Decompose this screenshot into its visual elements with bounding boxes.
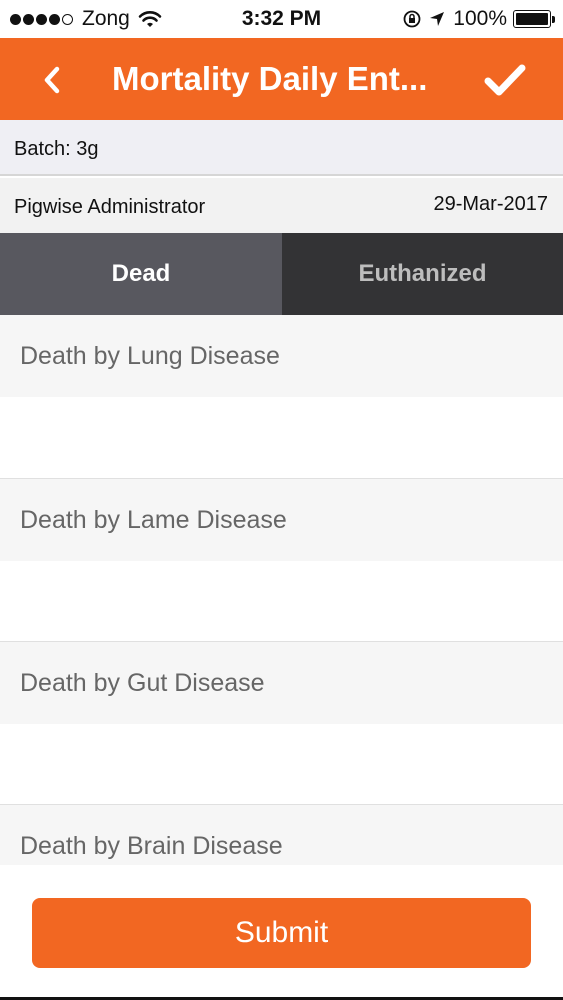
back-button[interactable] bbox=[30, 58, 74, 102]
list-item: Death by Brain Disease bbox=[0, 804, 563, 865]
disease-label-lung: Death by Lung Disease bbox=[0, 315, 563, 397]
page-title: Mortality Daily Ent... bbox=[112, 60, 428, 97]
gut-disease-count-input[interactable] bbox=[0, 724, 563, 804]
entry-date: 29-Mar-2017 bbox=[433, 193, 548, 215]
status-bar: Zong 3:32 PM 100% bbox=[0, 0, 563, 38]
location-arrow-icon bbox=[430, 12, 445, 26]
carrier-name: Zong bbox=[82, 7, 130, 30]
signal-icon bbox=[10, 13, 75, 25]
submit-button[interactable]: Submit bbox=[32, 898, 531, 968]
disease-list: Death by Lung Disease Death by Lame Dise… bbox=[0, 315, 563, 865]
status-left: Zong bbox=[10, 7, 162, 31]
list-item: Death by Lung Disease bbox=[0, 315, 563, 478]
list-item: Death by Lame Disease bbox=[0, 478, 563, 641]
batch-label: Batch: 3g bbox=[14, 138, 99, 160]
disease-label-lame: Death by Lame Disease bbox=[0, 479, 563, 561]
confirm-button[interactable] bbox=[481, 58, 529, 102]
chevron-left-icon bbox=[44, 66, 60, 94]
wifi-icon bbox=[138, 11, 162, 27]
footer: Submit bbox=[0, 865, 563, 1000]
batch-row: Batch: 3g bbox=[0, 120, 563, 176]
user-name: Pigwise Administrator bbox=[14, 196, 206, 218]
battery-percent: 100% bbox=[453, 7, 507, 30]
battery-icon bbox=[513, 10, 555, 28]
tab-euthanized[interactable]: Euthanized bbox=[282, 233, 563, 315]
list-item: Death by Gut Disease bbox=[0, 641, 563, 804]
orientation-lock-icon bbox=[403, 10, 421, 28]
nav-bar: Mortality Daily Ent... bbox=[0, 38, 563, 120]
disease-label-brain: Death by Brain Disease bbox=[0, 805, 563, 865]
disease-label-gut: Death by Gut Disease bbox=[0, 642, 563, 724]
checkmark-icon bbox=[484, 64, 526, 96]
lame-disease-count-input[interactable] bbox=[0, 561, 563, 641]
lung-disease-count-input[interactable] bbox=[0, 397, 563, 477]
user-row: Pigwise Administrator 29-Mar-2017 bbox=[0, 178, 563, 233]
mortality-type-tabs: Dead Euthanized bbox=[0, 233, 563, 315]
status-right: 100% bbox=[403, 7, 555, 31]
tab-dead[interactable]: Dead bbox=[0, 233, 282, 315]
